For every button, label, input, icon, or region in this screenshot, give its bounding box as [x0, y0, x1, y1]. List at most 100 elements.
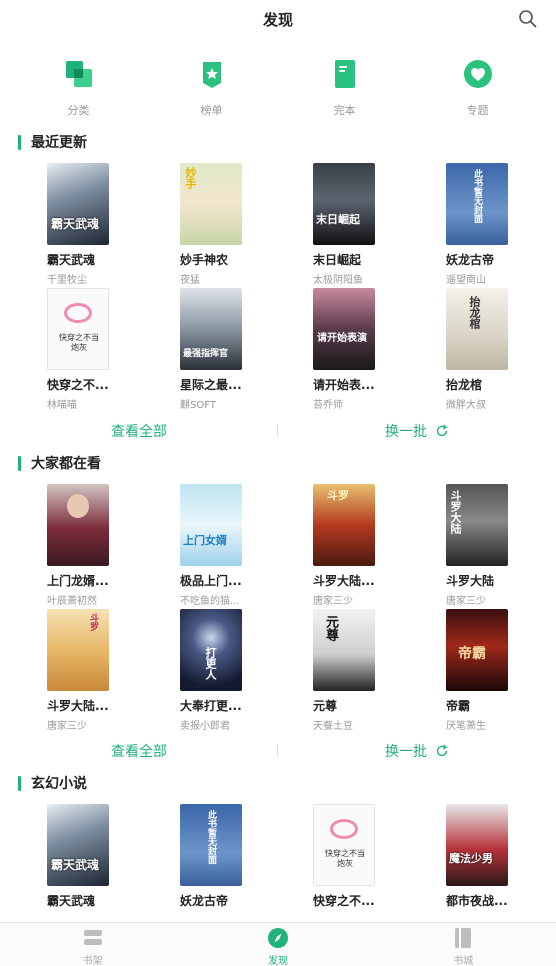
- book-card[interactable]: 霸天武魂 霸天武魂: [47, 804, 157, 909]
- category-label: 分类: [67, 104, 90, 117]
- book-title: 末日崛起: [313, 253, 362, 267]
- tab-label: 书架: [82, 956, 103, 966]
- refresh-batch-button[interactable]: 换一批: [278, 421, 556, 441]
- book-card[interactable]: 上门女婿 极品上门... 不吃鱼的猫...: [180, 484, 290, 607]
- category-topic[interactable]: 专题: [411, 56, 544, 122]
- category-label: 专题: [466, 104, 489, 117]
- book-cover: 快穿之不当炮灰: [47, 288, 109, 370]
- refresh-icon: [436, 424, 448, 437]
- book-author: 唐家三少: [47, 721, 87, 732]
- book-card[interactable]: 请开始表演 请开始表... 苔乔师: [313, 288, 423, 411]
- section-header-recent: 最近更新: [18, 133, 87, 151]
- tab-bookstore[interactable]: 书城: [371, 923, 556, 966]
- section-title: 大家都在看: [31, 456, 101, 472]
- book-cover: 元尊: [313, 609, 375, 691]
- book-author: 苔乔师: [313, 400, 343, 411]
- book-cover: [47, 484, 109, 566]
- category-squares-icon: [65, 61, 92, 87]
- category-classify[interactable]: 分类: [12, 56, 145, 122]
- book-card[interactable]: 末日崛起 末日崛起 太极阴阳鱼: [313, 163, 423, 286]
- book-card[interactable]: 快穿之不当炮灰 快穿之不... 林喵喵: [47, 288, 157, 411]
- book-cover: 魔法少男: [446, 804, 508, 886]
- tab-discover[interactable]: 发现: [185, 923, 370, 966]
- section-accent-bar: [18, 455, 21, 471]
- ranking-badge-icon: [202, 62, 221, 88]
- book-card[interactable]: 上门龙婿... 叶辰萧初然: [47, 484, 157, 607]
- view-all-button[interactable]: 查看全部: [0, 741, 278, 761]
- compass-icon: [267, 928, 288, 948]
- book-card[interactable]: 帝霸 帝霸 厌笔萧生: [446, 609, 556, 732]
- book-author: 天蚕土豆: [313, 721, 353, 732]
- book-title: 妙手神农: [180, 253, 229, 267]
- book-cover: 快穿之不当炮灰: [313, 804, 375, 886]
- book-title: 上门龙婿...: [47, 574, 109, 588]
- book-card[interactable]: 斗罗 斗罗大陆... 唐家三少: [313, 484, 423, 607]
- section-accent-bar: [18, 775, 21, 791]
- book-card[interactable]: 霸天武魂 霸天武魂 千里牧尘: [47, 163, 157, 286]
- section-title: 玄幻小说: [31, 776, 87, 792]
- bookstore-icon: [455, 928, 472, 948]
- book-author: 厌笔萧生: [446, 721, 486, 732]
- refresh-label: 换一批: [385, 424, 427, 440]
- book-title: 星际之最...: [180, 378, 242, 392]
- search-button[interactable]: [518, 9, 538, 29]
- tab-bookshelf[interactable]: 书架: [0, 923, 185, 966]
- book-title: 妖龙古帝: [180, 894, 229, 908]
- book-title: 帝霸: [446, 699, 471, 713]
- book-cover: 此书暂无封面: [180, 804, 242, 886]
- category-ranking[interactable]: 榜单: [145, 56, 278, 122]
- book-card[interactable]: 快穿之不当炮灰 快穿之不...: [313, 804, 423, 909]
- refresh-batch-button[interactable]: 换一批: [278, 741, 556, 761]
- book-author: 唐家三少: [446, 596, 486, 607]
- tab-label: 书城: [453, 956, 474, 966]
- book-title: 斗罗大陆: [446, 574, 495, 588]
- book-card[interactable]: 元尊 元尊 天蚕土豆: [313, 609, 423, 732]
- book-author: 叶辰萧初然: [47, 596, 97, 607]
- book-cover: 抬龙棺: [446, 288, 508, 370]
- book-cover: 打更人: [180, 609, 242, 691]
- book-cover: 霸天武魂: [47, 804, 109, 886]
- book-cover: 斗罗: [47, 609, 109, 691]
- book-cover: 妙手: [180, 163, 242, 245]
- book-card[interactable]: 最强指挥官 星际之最... 麒SOFT: [180, 288, 290, 411]
- search-icon: [519, 10, 537, 28]
- book-author: 卖报小郎君: [180, 721, 230, 732]
- book-title: 妖龙古帝: [446, 253, 495, 267]
- book-title: 斗罗大陆...: [313, 574, 375, 588]
- book-card[interactable]: 斗罗大陆 斗罗大陆 唐家三少: [446, 484, 556, 607]
- book-title: 快穿之不...: [313, 894, 375, 908]
- tab-label: 发现: [267, 956, 288, 966]
- book-author: 夜猛: [180, 275, 200, 286]
- book-author: 遥望南山: [446, 275, 486, 286]
- book-cover: 斗罗大陆: [446, 484, 508, 566]
- section-actions-recent: 查看全部 换一批: [0, 418, 556, 442]
- book-card[interactable]: 打更人 大奉打更... 卖报小郎君: [180, 609, 290, 732]
- book-card[interactable]: 斗罗 斗罗大陆... 唐家三少: [47, 609, 157, 732]
- book-author: 不吃鱼的猫...: [180, 596, 240, 607]
- book-author: 麒SOFT: [180, 400, 216, 411]
- topic-heart-icon: [463, 60, 492, 88]
- book-title: 斗罗大陆...: [47, 699, 109, 713]
- book-title: 抬龙棺: [446, 378, 483, 392]
- book-cover: 斗罗: [313, 484, 375, 566]
- page-title: 发现: [262, 11, 293, 29]
- category-completed[interactable]: 完本: [278, 56, 411, 122]
- category-label: 榜单: [200, 104, 223, 117]
- book-title: 都市夜战...: [446, 894, 508, 908]
- book-title: 大奉打更...: [180, 699, 242, 713]
- bottom-tab-bar: 书架 发现 书城: [0, 922, 556, 966]
- section-header-popular: 大家都在看: [18, 454, 101, 472]
- book-card[interactable]: 魔法少男 都市夜战...: [446, 804, 556, 909]
- refresh-label: 换一批: [385, 744, 427, 760]
- book-card[interactable]: 此书暂无封面 妖龙古帝 遥望南山: [446, 163, 556, 286]
- book-card[interactable]: 抬龙棺 抬龙棺 微胖大叔: [446, 288, 556, 411]
- book-card[interactable]: 此书暂无封面 妖龙古帝: [180, 804, 290, 909]
- book-author: 唐家三少: [313, 596, 353, 607]
- view-all-button[interactable]: 查看全部: [0, 421, 278, 441]
- book-cover: 此书暂无封面: [446, 163, 508, 245]
- book-cover: 上门女婿: [180, 484, 242, 566]
- book-title: 元尊: [313, 699, 338, 713]
- section-accent-bar: [18, 134, 21, 150]
- top-bar: 发现: [0, 0, 556, 40]
- book-card[interactable]: 妙手 妙手神农 夜猛: [180, 163, 290, 286]
